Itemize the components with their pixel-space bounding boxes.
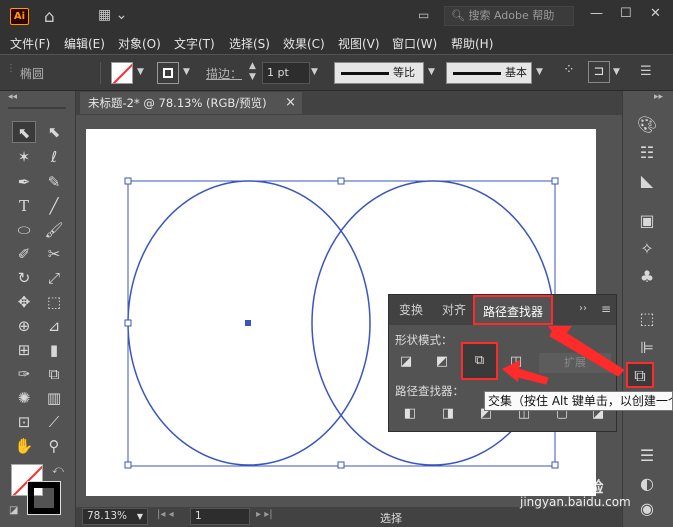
watermark-brand: Baidu 经验 xyxy=(520,478,604,496)
watermark-url: jingyan.baidu.com xyxy=(520,495,631,509)
annotation-arrows xyxy=(502,325,625,385)
annotation-arrowhead-intersect xyxy=(502,360,520,382)
